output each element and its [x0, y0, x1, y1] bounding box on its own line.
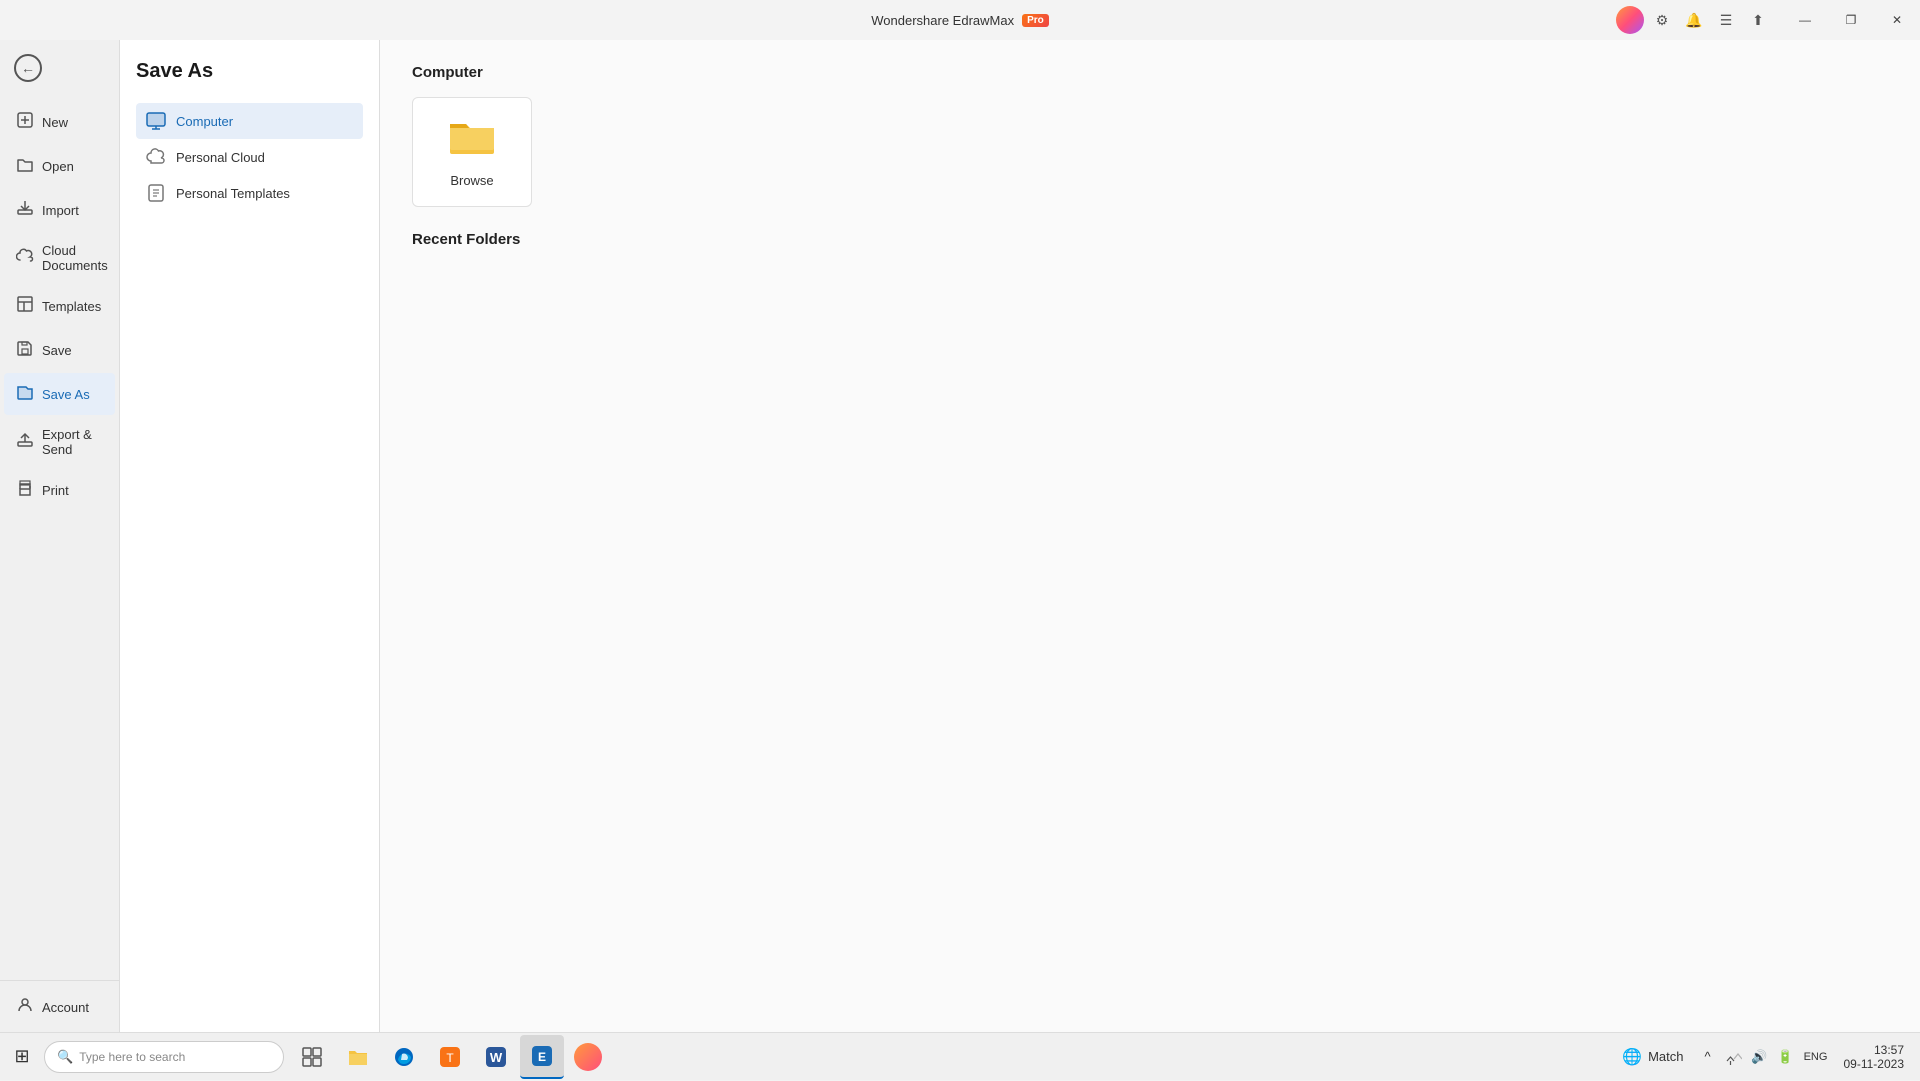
window-controls: — ❐ ✕ [1782, 0, 1920, 40]
print-icon [16, 479, 34, 501]
templates-icon [16, 295, 34, 317]
sidebar-item-new-label: New [42, 115, 68, 130]
tray-language[interactable]: ENG [1800, 1045, 1832, 1069]
match-icon: 🌐 [1622, 1047, 1642, 1067]
sidebar-item-export[interactable]: Export & Send [4, 417, 115, 467]
computer-icon [146, 111, 166, 131]
sidebar-item-saveas[interactable]: Save As [4, 373, 115, 415]
svg-text:T: T [446, 1051, 454, 1065]
panel-option-computer-label: Computer [176, 114, 233, 129]
sidebar-item-cloud-label: Cloud Documents [42, 243, 108, 273]
match-label: Match [1648, 1049, 1683, 1064]
taskbar-app-edraw[interactable]: E [520, 1035, 564, 1079]
sidebar-item-print[interactable]: Print [4, 469, 115, 511]
save-icon [16, 339, 34, 361]
taskbar-time: 13:57 [1874, 1043, 1904, 1057]
import-icon [16, 199, 34, 221]
taskbar-clock[interactable]: 13:57 09-11-2023 [1836, 1043, 1913, 1071]
sidebar-item-export-label: Export & Send [42, 427, 103, 457]
app-title-group: Wondershare EdrawMax Pro [871, 13, 1049, 28]
svg-text:E: E [538, 1050, 546, 1064]
taskbar-app-4[interactable]: T [428, 1035, 472, 1079]
taskbar-date: 09-11-2023 [1844, 1057, 1905, 1071]
app-title: Wondershare EdrawMax [871, 13, 1014, 28]
sidebar-item-templates[interactable]: Templates [4, 285, 115, 327]
sidebar-item-cloud[interactable]: Cloud Documents [4, 233, 115, 283]
sidebar-item-new[interactable]: New [4, 101, 115, 143]
cloud-icon [16, 247, 34, 269]
sidebar-item-save-label: Save [42, 343, 72, 358]
folder-icon [448, 116, 496, 165]
personal-templates-icon [146, 183, 166, 203]
taskbar-app-edge[interactable] [382, 1035, 426, 1079]
close-button[interactable]: ✕ [1874, 0, 1920, 40]
taskbar-app-word[interactable]: W [474, 1035, 518, 1079]
sidebar-item-account[interactable]: Account [4, 986, 115, 1028]
tray-volume[interactable]: 🔊 [1748, 1045, 1772, 1069]
main-content: Computer Browse Recent Folders [380, 40, 1920, 1080]
sidebar-item-import-label: Import [42, 203, 79, 218]
taskbar-app-explorer[interactable] [336, 1035, 380, 1079]
share-icon[interactable]: ⬆ [1744, 6, 1772, 34]
taskbar: ⊞ 🔍 Type here to search T W E [0, 1032, 1920, 1080]
sidebar-item-open-label: Open [42, 159, 74, 174]
tray-network[interactable] [1722, 1045, 1746, 1069]
title-bar: Wondershare EdrawMax Pro ⚙ 🔔 ☰ ⬆ — ❐ ✕ [0, 0, 1920, 40]
back-icon: ← [14, 54, 42, 82]
nav-items: New Open Import Cloud Documents [0, 96, 119, 980]
bell-icon[interactable]: 🔔 [1680, 6, 1708, 34]
saveas-panel: Save As Computer Personal Cloud Personal… [120, 40, 380, 1080]
taskbar-search[interactable]: 🔍 Type here to search [44, 1041, 284, 1073]
panel-option-personal-templates-label: Personal Templates [176, 186, 290, 201]
panel-title: Save As [136, 60, 363, 83]
sidebar-item-import[interactable]: Import [4, 189, 115, 231]
new-icon [16, 111, 34, 133]
back-button[interactable]: ← [8, 48, 48, 88]
browse-card[interactable]: Browse [412, 97, 532, 207]
main-section-title: Computer [412, 64, 1888, 81]
panel-option-computer[interactable]: Computer [136, 103, 363, 139]
search-placeholder: Type here to search [79, 1050, 185, 1064]
sidebar-item-templates-label: Templates [42, 299, 101, 314]
panel-option-personal-cloud[interactable]: Personal Cloud [136, 139, 363, 175]
user-avatar[interactable] [1616, 6, 1644, 34]
taskbar-apps: T W E [290, 1035, 1614, 1079]
sidebar-item-open[interactable]: Open [4, 145, 115, 187]
tray-expand[interactable]: ^ [1696, 1045, 1720, 1069]
panel-option-personal-templates[interactable]: Personal Templates [136, 175, 363, 211]
taskbar-avatar-app[interactable] [566, 1035, 610, 1079]
sidebar-item-saveas-label: Save As [42, 387, 90, 402]
search-icon: 🔍 [57, 1049, 73, 1065]
sidebar: ← New Open Import Cloud [0, 40, 120, 1080]
recent-folders-title: Recent Folders [412, 231, 1888, 248]
minimize-button[interactable]: — [1782, 0, 1828, 40]
tray-battery[interactable]: 🔋 [1774, 1045, 1798, 1069]
menu-icon[interactable]: ☰ [1712, 6, 1740, 34]
saveas-icon [16, 383, 34, 405]
sidebar-item-print-label: Print [42, 483, 69, 498]
export-icon [16, 431, 34, 453]
open-icon [16, 155, 34, 177]
account-icon [16, 996, 34, 1018]
sidebar-item-account-label: Account [42, 1000, 89, 1015]
svg-text:W: W [490, 1050, 503, 1065]
taskbar-tray: ^ 🔊 🔋 ENG [1696, 1045, 1832, 1069]
pro-badge: Pro [1022, 14, 1049, 27]
restore-button[interactable]: ❐ [1828, 0, 1874, 40]
taskbar-right: 🌐 Match ^ 🔊 🔋 ENG 13:57 09-11-2023 [1614, 1043, 1920, 1071]
personal-cloud-icon [146, 147, 166, 167]
panel-option-personal-cloud-label: Personal Cloud [176, 150, 265, 165]
browse-label: Browse [450, 173, 493, 188]
start-button[interactable]: ⊞ [0, 1033, 44, 1081]
title-bar-icons: ⚙ 🔔 ☰ ⬆ [1616, 0, 1780, 40]
settings-icon[interactable]: ⚙ [1648, 6, 1676, 34]
taskbar-match[interactable]: 🌐 Match [1614, 1047, 1691, 1067]
sidebar-item-save[interactable]: Save [4, 329, 115, 371]
taskbar-app-taskview[interactable] [290, 1035, 334, 1079]
